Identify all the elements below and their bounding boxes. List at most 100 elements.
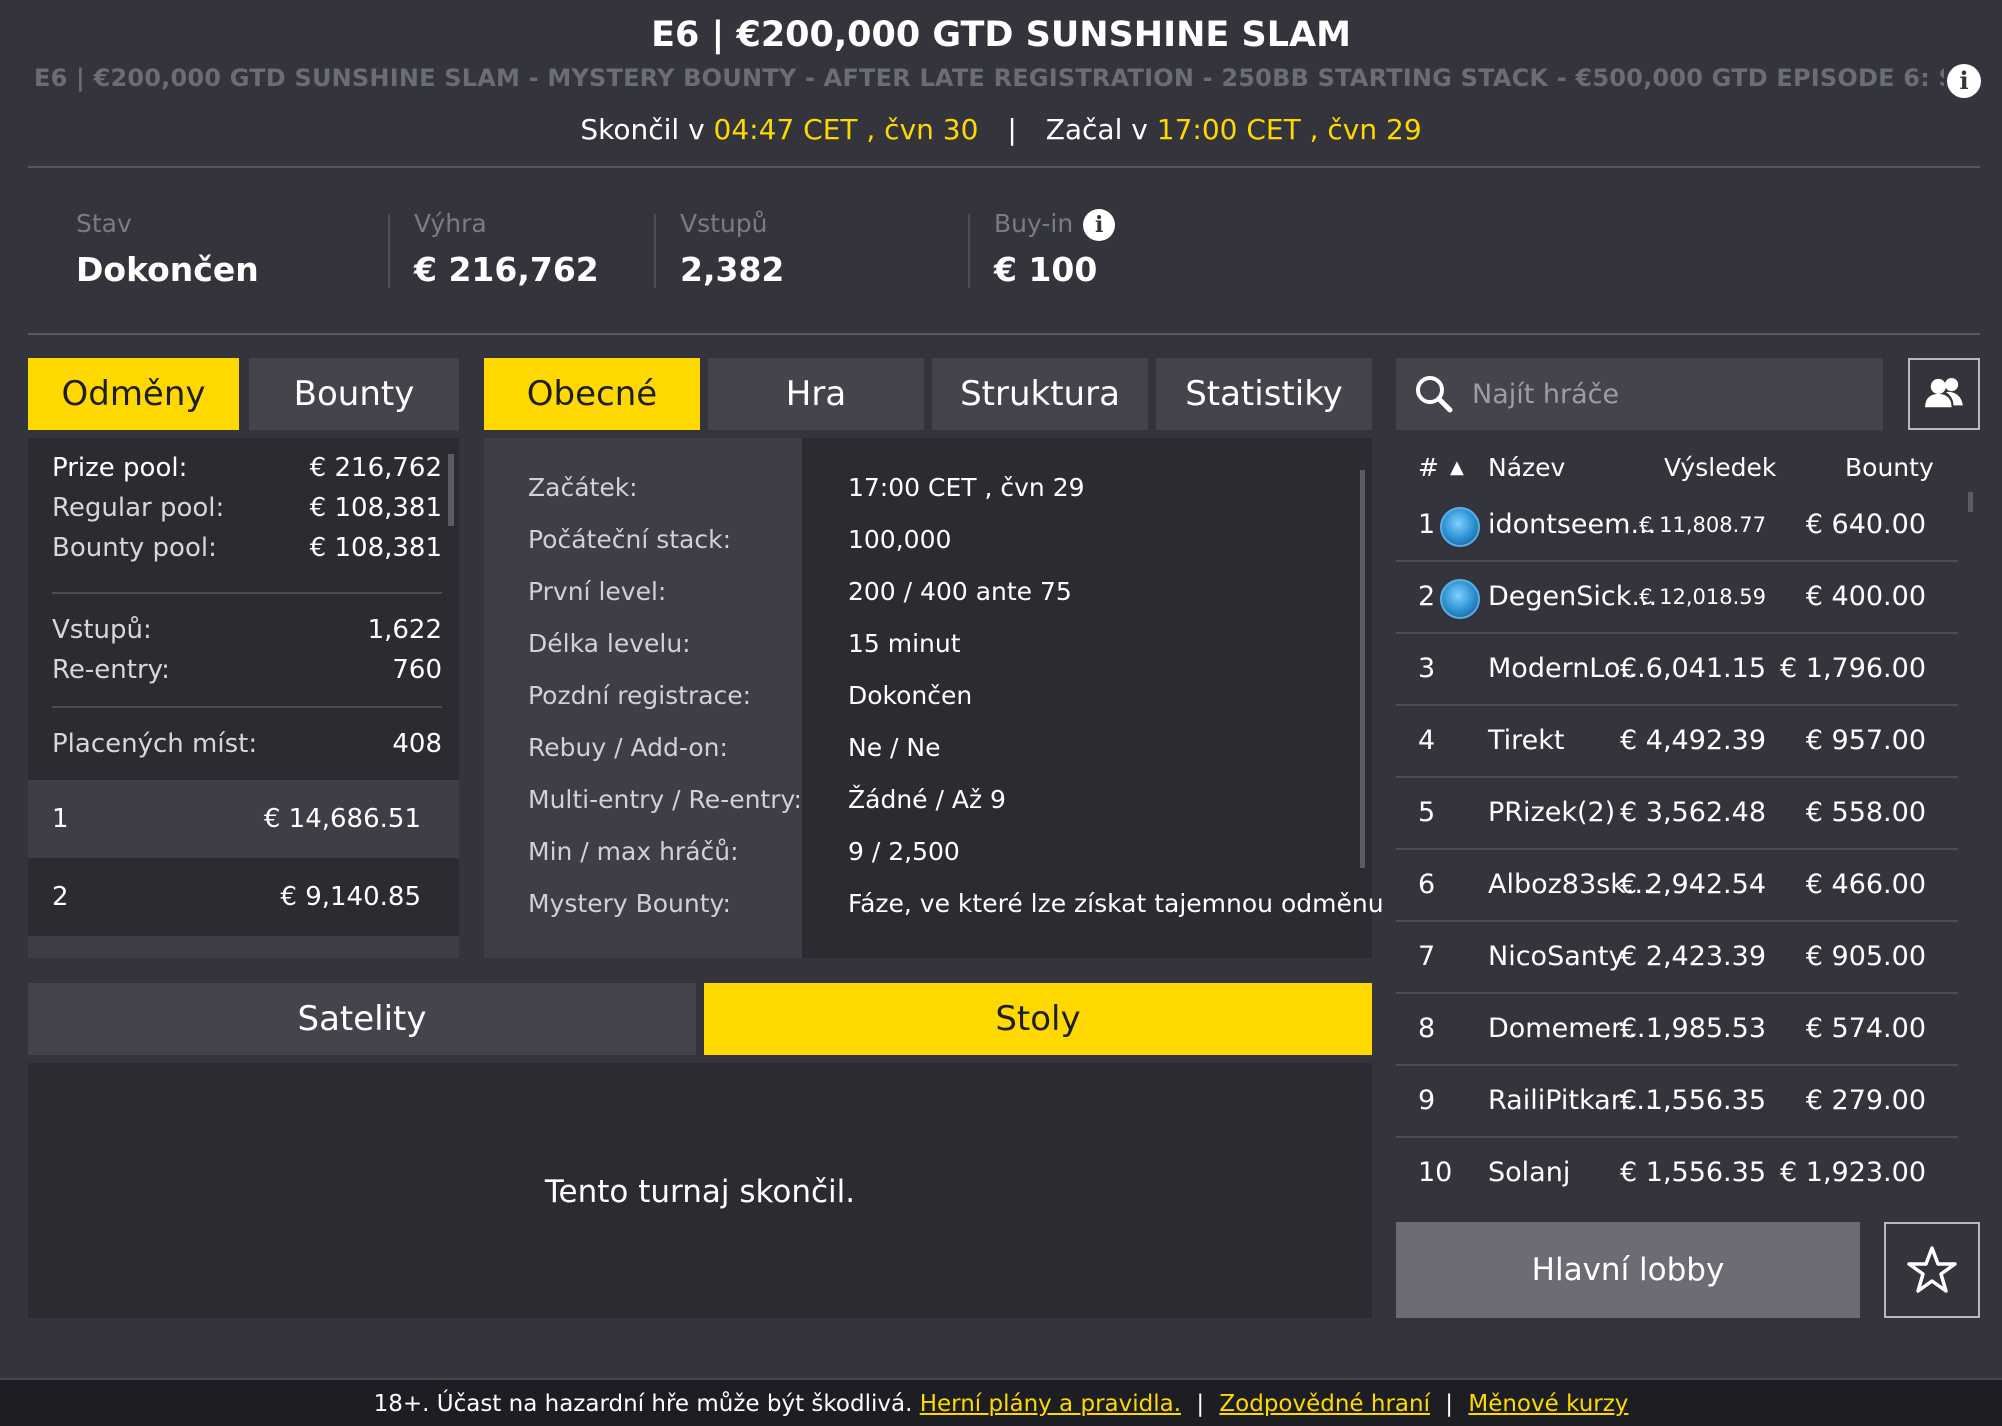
regular-pool-value: € 108,381 [309, 493, 442, 523]
rewards-panel: Prize pool: € 216,762 Regular pool: € 10… [28, 438, 459, 958]
star-icon [1907, 1246, 1957, 1293]
player-result: € 11,808.77 [1639, 513, 1766, 537]
player-search-input[interactable] [1472, 372, 1872, 416]
tab-satellites[interactable]: Satelity [28, 983, 696, 1055]
info-label: Min / max hráčů: [528, 837, 739, 866]
col-rank-header[interactable]: # [1418, 448, 1439, 488]
info-icon[interactable]: i [1947, 64, 1981, 98]
tournament-title: E6 | €200,000 GTD SUNSHINE SLAM [651, 15, 1351, 55]
stat-entries-value: 2,382 [680, 250, 785, 289]
info-value: Fáze, ve které lze získat tajemnou odměn… [848, 889, 1384, 918]
paid-places-label: Placených míst: [52, 729, 258, 759]
prize-pool-value: € 216,762 [309, 453, 442, 483]
players-scrollbar[interactable] [1968, 492, 1973, 512]
info-value: 200 / 400 ante 75 [848, 577, 1072, 606]
player-row[interactable]: 10 Solanj € 1,556.35 € 1,923.00 [1396, 1138, 1958, 1210]
player-bounty: € 279.00 [1805, 1085, 1926, 1116]
payout-amount: € 14,686.51 [263, 804, 421, 834]
player-rank: 6 [1418, 869, 1436, 900]
info-label: První level: [528, 577, 667, 606]
player-row[interactable]: 9 RailiPitkan... € 1,556.35 € 279.00 [1396, 1066, 1958, 1138]
bounty-pool-label: Bounty pool: [52, 533, 217, 563]
player-rank: 5 [1418, 797, 1436, 828]
player-rank: 9 [1418, 1085, 1436, 1116]
tab-rewards[interactable]: Odměny [28, 358, 239, 430]
started-time: 17:00 CET , čvn 29 [1156, 113, 1422, 146]
player-row[interactable]: 2 DegenSick... € 12,018.59 € 400.00 [1396, 562, 1958, 634]
player-rank: 3 [1418, 653, 1436, 684]
col-bounty-header[interactable]: Bounty [1845, 448, 1934, 488]
payout-place: 2 [52, 882, 69, 912]
main-lobby-button[interactable]: Hlavní lobby [1396, 1222, 1860, 1318]
col-name-header[interactable]: Název [1488, 448, 1565, 488]
started-label: Začal v [1045, 113, 1148, 146]
payout-amount: € 9,140.85 [280, 882, 421, 912]
player-rank: 1 [1418, 509, 1436, 540]
stat-prize-value: € 216,762 [414, 250, 599, 289]
tournament-ended-message: Tento turnaj skončil. [544, 1174, 856, 1210]
tab-game[interactable]: Hra [708, 358, 924, 430]
player-result: € 12,018.59 [1639, 585, 1766, 609]
tournament-times: Skončil v 04:47 CET , čvn 30 | Začal v 1… [0, 110, 2002, 150]
entries-value: 1,622 [367, 615, 442, 645]
favorite-button[interactable] [1884, 1222, 1980, 1318]
player-bounty: € 558.00 [1805, 797, 1926, 828]
info-value: 9 / 2,500 [848, 837, 960, 866]
info-value: 17:00 CET , čvn 29 [848, 473, 1085, 502]
player-row[interactable]: 3 ModernLo... € 6,041.15 € 1,796.00 [1396, 634, 1958, 706]
paid-places-value: 408 [392, 729, 442, 759]
stat-status-value: Dokončen [76, 250, 259, 289]
player-name: Solanj [1488, 1157, 1571, 1188]
sort-arrow-icon[interactable]: ▲ [1450, 448, 1464, 488]
player-row[interactable]: 6 Alboz83sk... € 2,942.54 € 466.00 [1396, 850, 1958, 922]
tab-tables[interactable]: Stoly [704, 983, 1372, 1055]
player-rank: 4 [1418, 725, 1436, 756]
stat-buyin-label: Buy-in [994, 209, 1074, 238]
player-row[interactable]: 4 Tirekt € 4,492.39 € 957.00 [1396, 706, 1958, 778]
payout-row: 1 € 14,686.51 [28, 780, 459, 858]
general-scrollbar[interactable] [1360, 470, 1365, 868]
tab-general[interactable]: Obecné [484, 358, 700, 430]
regular-pool-row: Regular pool: € 108,381 [52, 488, 452, 528]
stats-divider [28, 333, 1980, 335]
player-rank: 10 [1418, 1157, 1453, 1188]
players-filter-button[interactable] [1908, 358, 1980, 430]
col-result-header[interactable]: Výsledek [1664, 448, 1776, 488]
footer-link-rules[interactable]: Herní plány a pravidla. [920, 1391, 1181, 1417]
stat-entries: Vstupů 2,382 [680, 206, 784, 294]
tab-bounty[interactable]: Bounty [249, 358, 459, 430]
player-result: € 6,041.15 [1620, 653, 1766, 684]
player-bounty: € 1,796.00 [1780, 653, 1926, 684]
info-label: Mystery Bounty: [528, 889, 731, 918]
player-row[interactable]: 1 idontseem... € 11,808.77 € 640.00 [1396, 490, 1958, 562]
stat-status-label: Stav [76, 209, 132, 238]
stat-prize: Výhra € 216,762 [414, 206, 599, 294]
footer-link-responsible[interactable]: Zodpovědné hraní [1219, 1391, 1430, 1417]
stat-buyin: Buy-in i € 100 [994, 206, 1116, 294]
rewards-scrollbar[interactable] [448, 454, 454, 526]
player-bounty: € 400.00 [1805, 581, 1926, 612]
info-icon[interactable]: i [1083, 209, 1116, 241]
tab-structure[interactable]: Struktura [932, 358, 1148, 430]
regular-pool-label: Regular pool: [52, 493, 225, 523]
player-bounty: € 574.00 [1805, 1013, 1926, 1044]
reentry-row: Re-entry: 760 [52, 650, 452, 690]
footer-link-currency[interactable]: Měnové kurzy [1468, 1391, 1628, 1417]
stat-entries-label: Vstupů [680, 209, 768, 238]
payout-row: 2 € 9,140.85 [28, 858, 459, 936]
prize-pool-label: Prize pool: [52, 453, 188, 483]
rewards-divider [52, 592, 442, 594]
player-row[interactable]: 7 NicoSanty € 2,423.39 € 905.00 [1396, 922, 1958, 994]
info-value: Dokončen [848, 681, 973, 710]
info-label: Začátek: [528, 473, 638, 502]
bounty-pool-value: € 108,381 [309, 533, 442, 563]
player-row[interactable]: 5 PRizek(2) € 3,562.48 € 558.00 [1396, 778, 1958, 850]
tab-statistics[interactable]: Statistiky [1156, 358, 1372, 430]
player-bounty: € 957.00 [1805, 725, 1926, 756]
info-label: Rebuy / Add-on: [528, 733, 728, 762]
reentry-value: 760 [392, 655, 442, 685]
footer-separator: | [1196, 1391, 1205, 1417]
bounty-pool-row: Bounty pool: € 108,381 [52, 528, 452, 568]
player-result: € 1,556.35 [1620, 1157, 1766, 1188]
player-row[interactable]: 8 Domemer... € 1,985.53 € 574.00 [1396, 994, 1958, 1066]
